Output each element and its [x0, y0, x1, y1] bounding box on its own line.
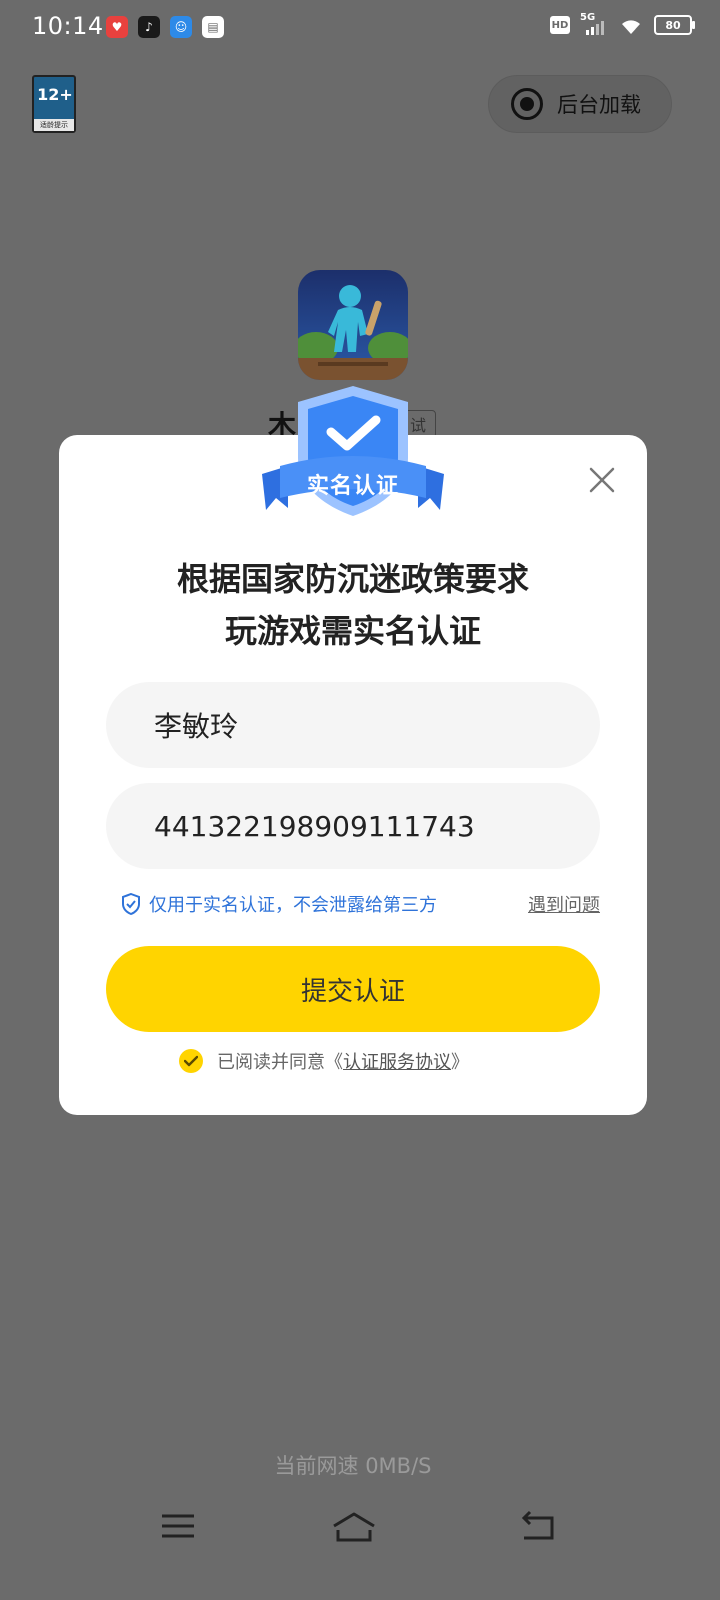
- game-icon: [298, 270, 408, 380]
- battery-level: 80: [665, 18, 681, 32]
- agree-prefix: 已阅读并同意《: [217, 1052, 343, 1073]
- screen: { "status_bar": { "time": "10:14", "hd":…: [0, 0, 720, 1600]
- age-rating-badge: 12+ 适龄提示: [32, 75, 76, 133]
- real-name-verification-dialog: 根据国家防沉迷政策要求 玩游戏需实名认证 仅用于实名认证，不会泄露给第三方 遇到…: [59, 435, 647, 1115]
- wifi-icon: [622, 20, 640, 34]
- heading-line-2: 玩游戏需实名认证: [224, 612, 481, 650]
- agreement-row: 已阅读并同意《 认证服务协议 》: [179, 1048, 469, 1074]
- calendar-icon: ▤: [202, 16, 224, 38]
- emblem-label: 实名认证: [306, 474, 399, 499]
- network-speed: 当前网速 0MB/S: [274, 1454, 432, 1478]
- agree-checkbox[interactable]: [179, 1049, 203, 1073]
- agreement-link[interactable]: 认证服务协议: [343, 1048, 451, 1074]
- help-link[interactable]: 遇到问题: [528, 891, 600, 917]
- dialog-heading: 根据国家防沉迷政策要求 玩游戏需实名认证: [59, 553, 647, 657]
- status-time: 10:14: [32, 12, 104, 40]
- privacy-note: 仅用于实名认证，不会泄露给第三方: [121, 891, 437, 917]
- notification-app-icon-3: ☺: [170, 16, 192, 38]
- record-icon: [511, 88, 543, 120]
- notification-app-icon-1: ♥: [106, 16, 128, 38]
- name-field[interactable]: [106, 682, 600, 768]
- submit-verification-button[interactable]: 提交认证: [106, 946, 600, 1032]
- back-icon[interactable]: [518, 1508, 558, 1544]
- tiktok-icon: ♪: [138, 16, 160, 38]
- age-rating-label: 适龄提示: [34, 119, 74, 131]
- home-icon[interactable]: [330, 1508, 378, 1544]
- agree-suffix: 》: [451, 1052, 469, 1073]
- shield-check-icon: [122, 893, 140, 915]
- status-bar: 10:14 ♥ ♪ ☺ ▤ HD 5G 80: [0, 0, 720, 56]
- id-number-field[interactable]: [106, 783, 600, 869]
- navigation-bar: [0, 1490, 720, 1570]
- hd-badge: HD: [550, 16, 570, 34]
- battery-icon: 80: [654, 15, 695, 35]
- status-app-icons: ♥ ♪ ☺ ▤: [106, 16, 224, 38]
- close-icon[interactable]: [587, 465, 617, 495]
- cellular-signal-icon: 5G: [580, 12, 608, 36]
- background-load-button[interactable]: 后台加载: [488, 75, 672, 133]
- checkmark-icon: [184, 1055, 198, 1067]
- status-indicators: HD 5G 80: [550, 12, 695, 36]
- age-rating-value: 12+: [37, 85, 73, 104]
- background-load-label: 后台加载: [557, 93, 641, 117]
- menu-icon[interactable]: [158, 1508, 198, 1544]
- privacy-note-text: 仅用于实名认证，不会泄露给第三方: [149, 895, 437, 916]
- heading-line-1: 根据国家防沉迷政策要求: [176, 560, 529, 598]
